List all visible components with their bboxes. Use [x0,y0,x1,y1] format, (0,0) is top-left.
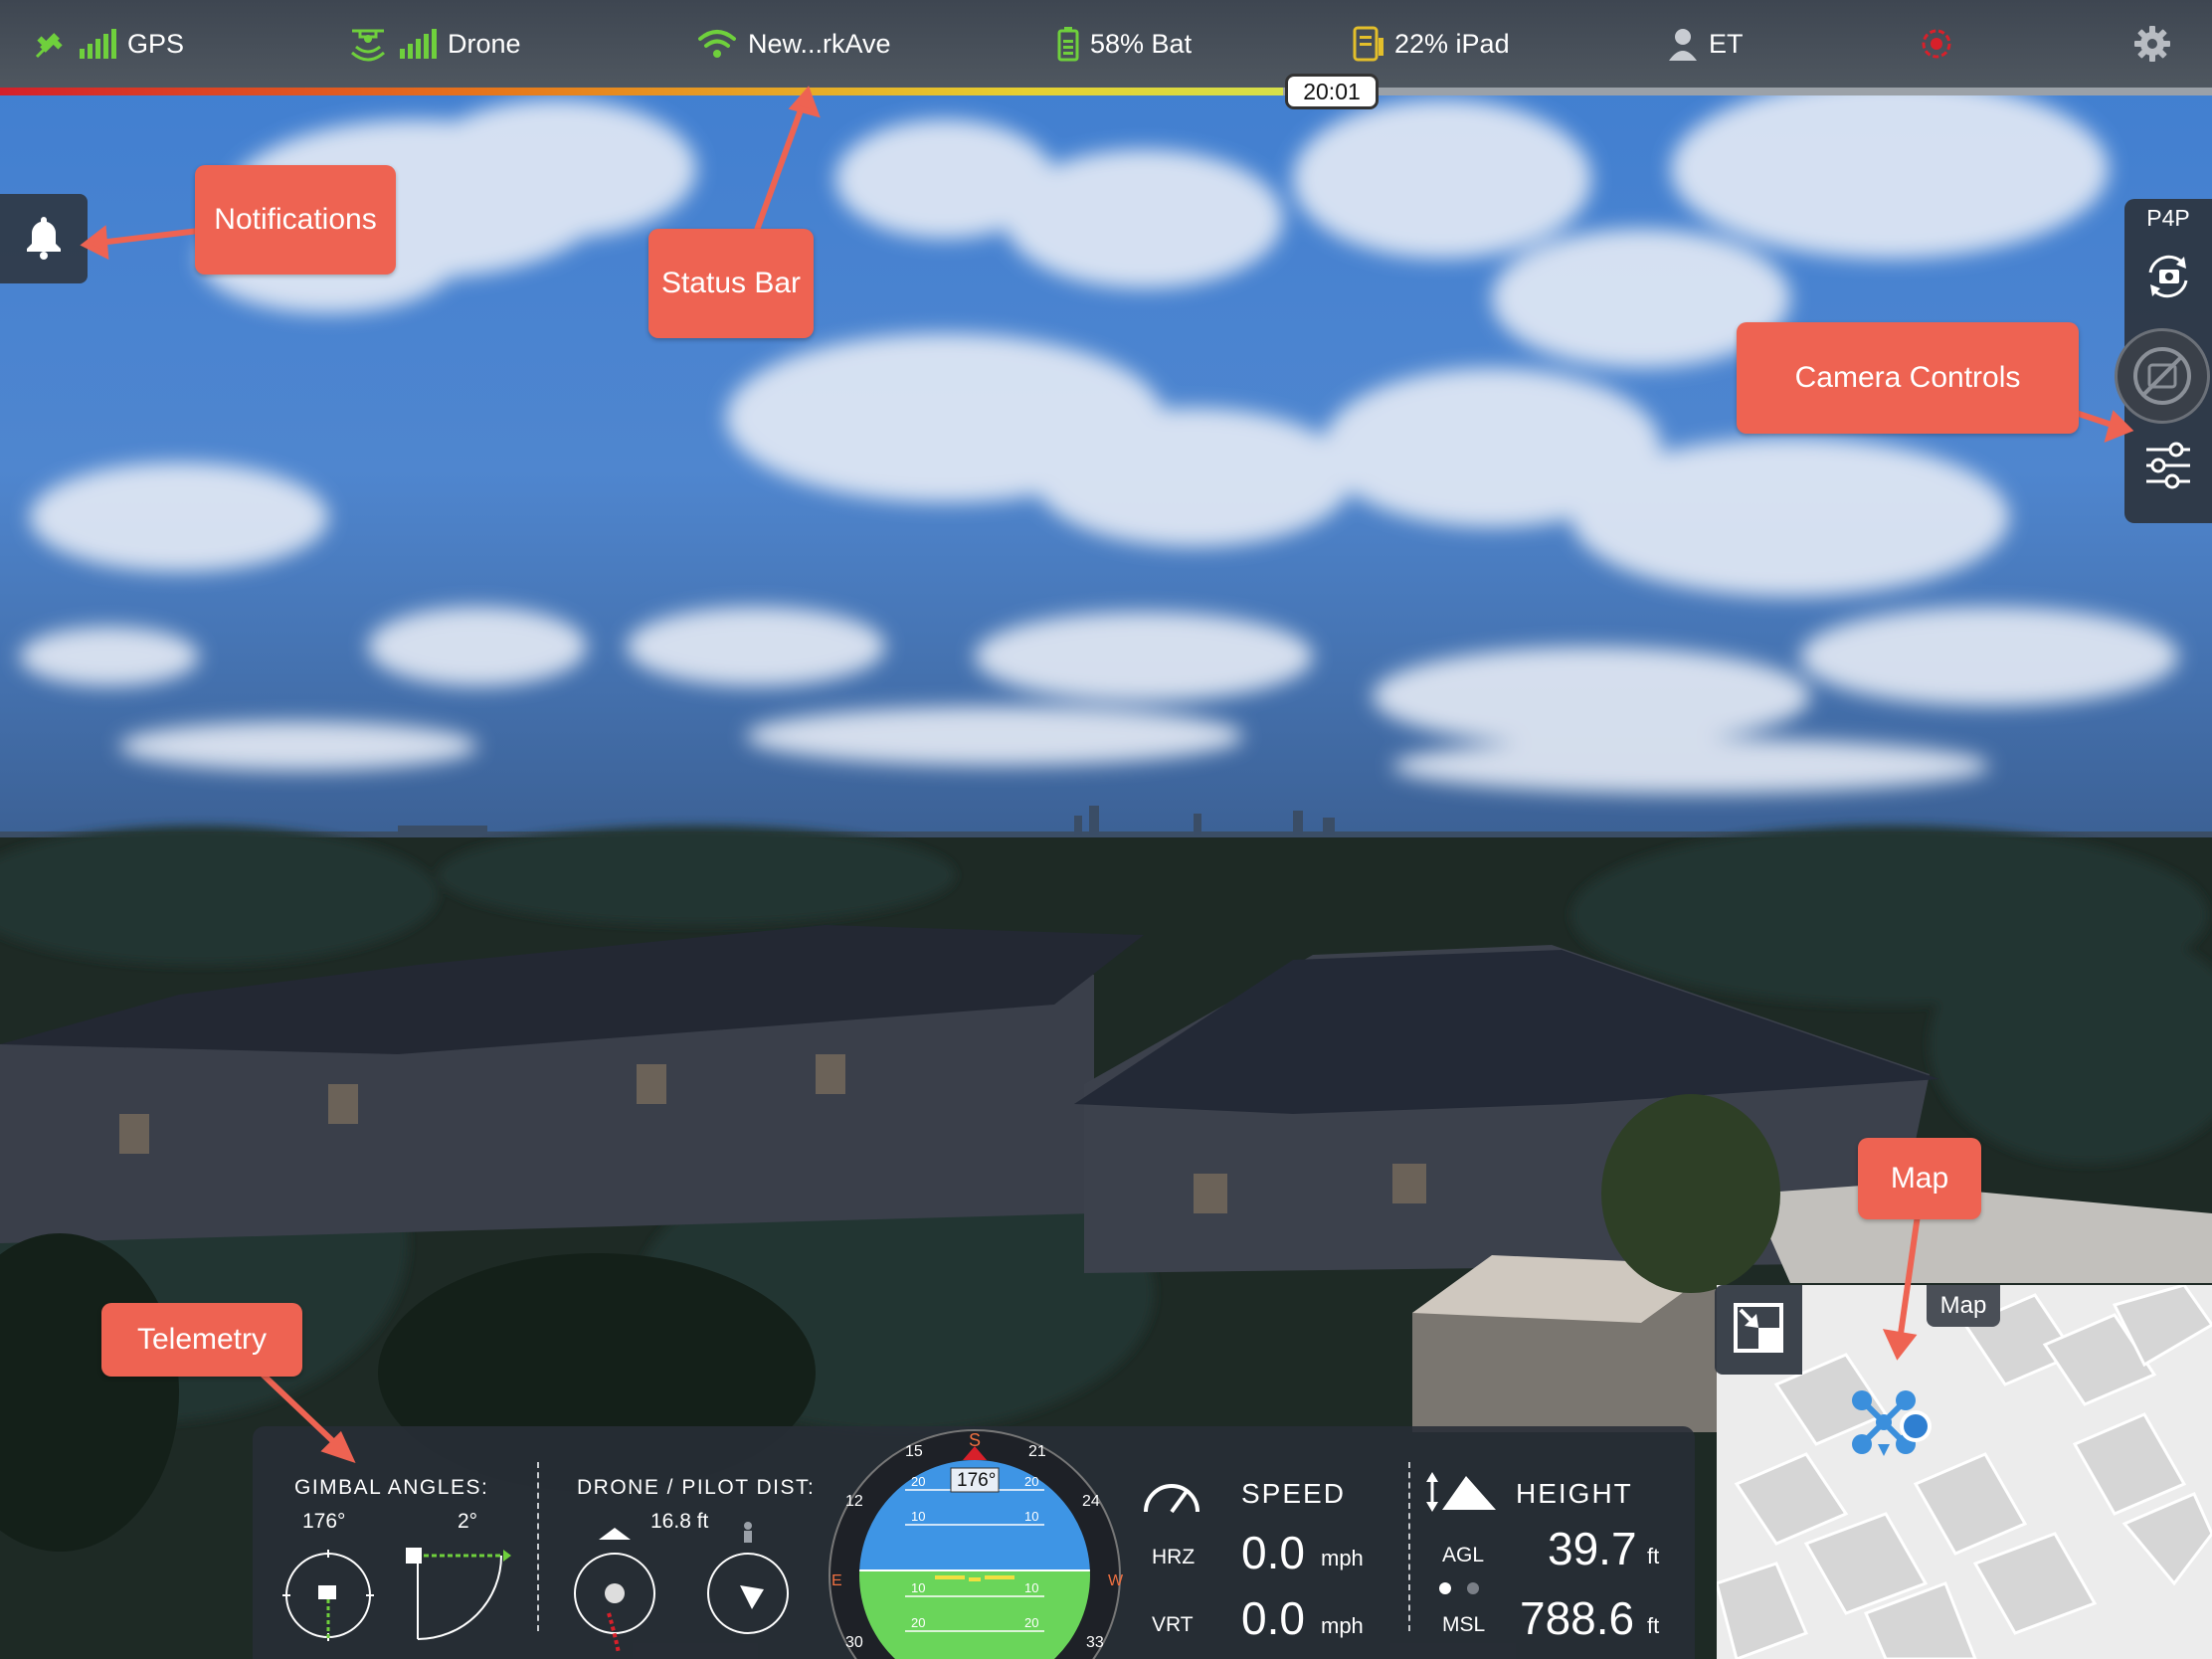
telemetry-panel: GIMBAL ANGLES: 176° 2° DRONE / PILOT DIS… [253,1426,1695,1659]
shutter-disabled-icon [2131,345,2193,412]
telemetry-separator [1408,1462,1410,1631]
camera-switch-button[interactable] [2140,249,2196,304]
svg-text:W: W [1108,1572,1124,1589]
speed-header: SPEED [1241,1478,1346,1509]
height-header: HEIGHT [1516,1478,1633,1509]
tablet-battery-icon [1353,26,1384,62]
status-bar: GPS Drone New...rkAve 58% Bat 22% iPad E… [0,0,2212,88]
compass-heading-value: 176° [957,1470,996,1491]
wifi-label: New...rkAve [748,28,891,59]
gps-status[interactable]: GPS [34,22,184,66]
callout-camera-controls: Camera Controls [1737,322,2079,434]
height-msl-value: 788.6 [1520,1592,1635,1644]
camera-controls-panel: P4P [2115,199,2212,523]
wifi-status[interactable]: New...rkAve [696,22,891,66]
gear-icon [2132,24,2172,64]
record-target-icon [1918,25,1955,63]
speed-hrz-unit: mph [1321,1546,1364,1570]
speed-vrt-value: 0.0 [1241,1592,1305,1644]
height-mode-dots[interactable] [1438,1581,1486,1600]
height-agl-value: 39.7 [1548,1523,1637,1574]
shutter-button[interactable] [2115,328,2210,424]
gimbal-yaw-value: 176° [302,1510,346,1533]
battery-label: 58% Bat [1090,28,1193,59]
svg-text:20: 20 [1024,1474,1038,1489]
svg-text:33: 33 [1086,1634,1104,1651]
camera-switch-icon [2140,255,2196,308]
gimbal-yaw-dial [282,1550,374,1641]
callout-telemetry: Telemetry [101,1303,302,1377]
height-agl-label: AGL [1442,1544,1485,1567]
distance-indicators [574,1522,789,1654]
pilot-location-icon [1900,1410,1932,1442]
compass-attitude-indicator: S W E 15 21 24 12 30 33 20 20 10 10 10 1… [829,1429,1124,1659]
svg-text:15: 15 [905,1443,923,1460]
user-status[interactable]: ET [1667,22,1744,66]
svg-text:12: 12 [845,1493,863,1510]
svg-text:S: S [969,1430,981,1450]
settings-button[interactable] [2132,22,2172,66]
speed-vrt-unit: mph [1321,1613,1364,1638]
svg-text:10: 10 [1024,1509,1038,1524]
svg-text:20: 20 [911,1615,925,1630]
drone-icon [348,25,388,63]
gimbal-angles-header: GIMBAL ANGLES: [294,1476,489,1499]
height-msl-label: MSL [1442,1613,1486,1636]
svg-text:10: 10 [1024,1580,1038,1595]
height-mountain-icon [1424,1472,1498,1517]
camera-model-label: P4P [2146,205,2190,231]
gimbal-pitch-value: 2° [458,1510,478,1533]
height-msl-unit: ft [1647,1613,1660,1638]
battery-icon [1056,26,1080,62]
signal-bars-icon [398,27,438,61]
pilot-icon [744,1522,752,1543]
flight-time-badge: 20:01 [1285,74,1379,109]
user-icon [1667,27,1699,61]
camera-settings-button[interactable] [2140,438,2196,493]
speed-hrz-value: 0.0 [1241,1527,1305,1578]
expand-map-button[interactable] [1715,1285,1802,1375]
notifications-button[interactable] [0,194,88,283]
svg-text:10: 10 [911,1580,925,1595]
ipad-label: 22% iPad [1394,28,1510,59]
gps-label: GPS [127,28,185,59]
svg-text:21: 21 [1028,1443,1046,1460]
callout-map: Map [1858,1138,1981,1219]
settings-sliders-icon [2140,442,2196,497]
user-label: ET [1709,28,1744,59]
speedometer-icon [1140,1474,1203,1523]
battery-progress-bar [0,88,2212,95]
drone-arrow-icon [599,1528,631,1540]
callout-status-bar: Status Bar [648,229,814,338]
callout-notifications: Notifications [195,165,396,275]
speed-hrz-label: HRZ [1152,1546,1196,1568]
gimbal-indicators [282,1548,511,1641]
bell-icon [23,214,65,265]
satellite-icon [34,27,68,61]
distance-header: DRONE / PILOT DIST: [577,1476,816,1499]
telemetry-separator [537,1462,539,1631]
record-indicator[interactable] [1918,22,1955,66]
svg-text:10: 10 [911,1509,925,1524]
ipad-battery-status[interactable]: 22% iPad [1353,22,1510,66]
speed-vrt-label: VRT [1152,1613,1194,1636]
svg-text:24: 24 [1082,1493,1100,1510]
svg-text:E: E [831,1572,842,1589]
map-label: Map [1927,1285,2000,1327]
expand-map-icon [1733,1302,1784,1359]
drone-label: Drone [448,28,521,59]
svg-text:30: 30 [845,1634,863,1651]
drone-status[interactable]: Drone [348,22,521,66]
gimbal-pitch-arc [406,1548,511,1640]
wifi-icon [696,27,738,61]
battery-progress-fill [0,88,1283,95]
svg-text:20: 20 [911,1474,925,1489]
battery-status[interactable]: 58% Bat [1056,22,1192,66]
height-agl-unit: ft [1647,1544,1660,1568]
svg-text:20: 20 [1024,1615,1038,1630]
signal-bars-icon [78,27,117,61]
